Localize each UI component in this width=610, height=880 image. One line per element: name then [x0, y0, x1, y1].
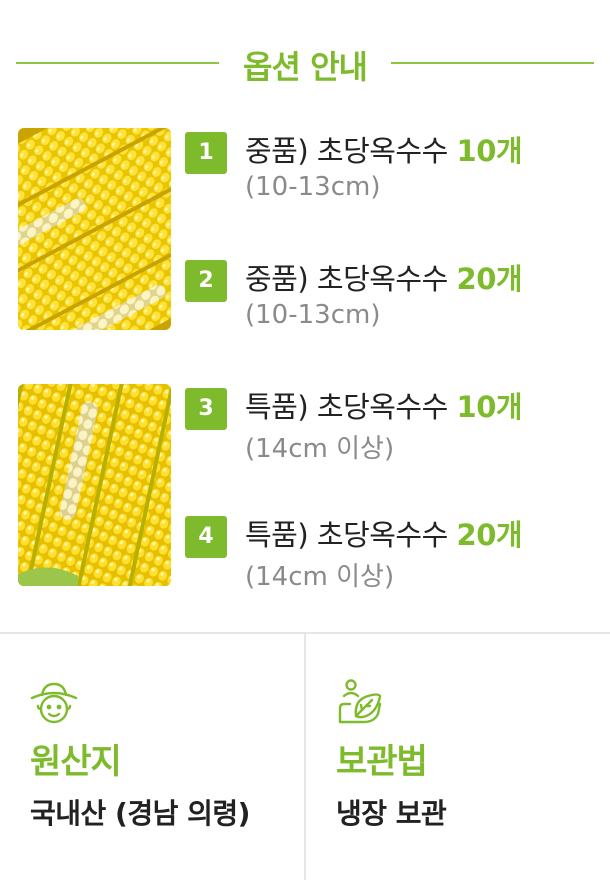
- option-quantity: 10개: [456, 390, 523, 424]
- option-name: 특품) 초당옥수수 20개: [245, 512, 523, 554]
- option-name: 특품) 초당옥수수 10개: [245, 384, 523, 426]
- option-size: (14cm 이상): [245, 562, 395, 592]
- option-item: 1 중품) 초당옥수수 10개 (10-13cm): [185, 128, 595, 208]
- corn-image-medium: [18, 128, 171, 330]
- storage-value: 냉장 보관: [336, 797, 447, 830]
- option-item: 3 특품) 초당옥수수 10개 (14cm 이상): [185, 384, 595, 464]
- option-number-badge: 2: [185, 260, 227, 302]
- option-name-text: 중품) 초당옥수수: [245, 134, 457, 168]
- origin-value: 국내산 (경남 의령): [30, 797, 250, 830]
- section-title: 옵션 안내: [243, 48, 368, 86]
- option-size: (14cm 이상): [245, 434, 395, 464]
- option-number-badge: 1: [185, 132, 227, 174]
- storage-info: 보관법 냉장 보관: [306, 634, 610, 880]
- option-name: 중품) 초당옥수수 10개: [245, 128, 523, 170]
- option-name-text: 특품) 초당옥수수: [245, 518, 457, 552]
- leaf-hand-icon: [334, 678, 386, 730]
- origin-info: 원산지 국내산 (경남 의령): [0, 634, 304, 880]
- option-size: (10-13cm): [245, 172, 381, 202]
- option-item: 2 중품) 초당옥수수 20개 (10-13cm): [185, 256, 595, 336]
- storage-label: 보관법: [336, 742, 428, 782]
- option-guide-page: 옵션 안내 1 중품) 초당옥수수 10개 (10-13cm) 2 중품) 초당…: [0, 0, 610, 880]
- option-name-text: 특품) 초당옥수수: [245, 390, 457, 424]
- option-quantity: 20개: [456, 262, 523, 296]
- corn-image-premium: [18, 384, 171, 586]
- origin-label: 원산지: [30, 742, 122, 782]
- option-quantity: 20개: [456, 518, 523, 552]
- option-number-badge: 4: [185, 516, 227, 558]
- option-item: 4 특품) 초당옥수수 20개 (14cm 이상): [185, 512, 595, 592]
- option-quantity: 10개: [456, 134, 523, 168]
- option-name-text: 중품) 초당옥수수: [245, 262, 457, 296]
- header-divider-right: [391, 62, 594, 64]
- farmer-icon: [28, 678, 80, 730]
- option-number-badge: 3: [185, 388, 227, 430]
- section-header: 옵션 안내: [16, 38, 594, 88]
- option-name: 중품) 초당옥수수 20개: [245, 256, 523, 298]
- option-size: (10-13cm): [245, 300, 381, 330]
